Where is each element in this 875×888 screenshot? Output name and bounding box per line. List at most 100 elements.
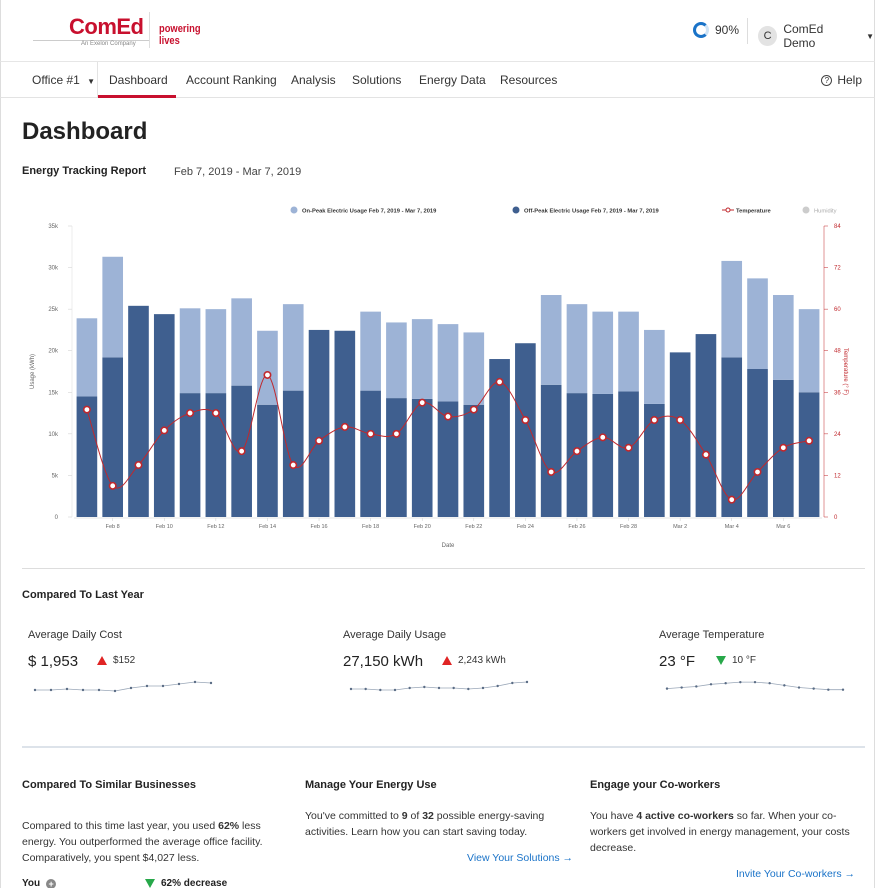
help-link[interactable]: ? Help [821,73,862,87]
sparkline-temperature [665,680,845,691]
arrow-down-icon [716,656,726,665]
logo-separator [149,12,150,48]
manage-energy-title: Manage Your Energy Use [305,779,437,791]
legend-label: On-Peak Electric Usage Feb 7, 2019 - Mar… [302,209,437,215]
on-peak-bar [618,311,639,392]
sparkline-point [783,684,786,687]
logo-brand: ComEd [69,14,144,39]
report-date-range[interactable]: Feb 7, 2019 - Mar 7, 2019 [174,166,301,178]
legend-label: Humidity [814,209,837,215]
temperature-point [289,461,298,470]
off-peak-bar [386,398,407,517]
tab-resources[interactable]: Resources [500,73,557,87]
sparkline-point [481,686,485,690]
tab-energy-data[interactable]: Energy Data [419,73,486,87]
temperature-point [366,429,375,438]
invite-coworkers-link[interactable]: Invite Your Co-workers → [736,868,855,880]
temperature-point [572,447,581,456]
on-peak-bar [205,309,227,394]
section-divider [22,746,865,748]
y-tick-label: 20k [48,349,59,355]
temperature-point [650,416,659,425]
on-peak-bar [721,260,743,358]
off-peak-bar [798,392,820,517]
avatar: C [758,26,778,46]
off-peak-bar [102,357,124,517]
metric-label-temperature: Average Temperature [659,629,765,641]
question-icon: ? [821,74,833,86]
x-tick-label: Feb 14 [259,524,276,530]
comed-logo[interactable]: ComEd An Exelon Company powering lives [33,12,223,48]
off-peak-bar [515,343,536,517]
temperature-point [134,461,143,470]
off-peak-bar [592,393,614,517]
temperature-point [779,443,788,452]
on-peak-bar [257,330,278,405]
on-peak-bar [76,318,98,397]
sparkline-point [97,688,101,692]
energy-usage-chart[interactable]: 0 5k 10k 15k 20k 25k 30k 35k 0 12 24 36 48 60 72 84 Usag… [22,196,852,556]
sparkline-usage [349,680,529,692]
metric-delta-cost: $152 [97,655,135,666]
tab-analysis[interactable]: Analysis [291,73,336,87]
compared-last-year-title: Compared To Last Year [22,589,144,601]
temperature-point [82,405,91,414]
off-peak-bar [463,404,485,517]
y2-tick-label: 24 [834,432,841,438]
temperature-point [340,422,349,431]
on-peak-bar [282,304,304,391]
temperature-point [263,370,272,379]
logo-subtitle: An Exelon Company [81,41,136,47]
on-peak-bar [566,304,588,394]
nav-divider [97,62,98,98]
coworkers-title: Engage your Co-workers [590,779,721,791]
progress-indicator[interactable]: 90% [693,22,739,38]
similar-text-bold: 62% [218,820,240,832]
manage-energy-text: You've committed to 9 of 32 possible ene… [305,808,570,840]
sparkline-point [680,686,683,689]
temperature-point [211,409,220,418]
y2-tick-label: 36 [834,390,841,396]
tab-dashboard[interactable]: Dashboard [109,73,168,87]
y-tick-label: 35k [48,224,59,230]
off-peak-bar [747,369,768,517]
x-tick-label: Feb 8 [106,524,120,530]
x-tick-label: Feb 26 [568,524,585,530]
user-name: ComEd Demo [783,22,824,50]
temperature-point [547,467,556,476]
tab-solutions[interactable]: Solutions [352,73,401,87]
x-tick-label: Feb 20 [414,524,431,530]
y2-tick-label: 12 [834,473,841,479]
help-label: Help [837,73,862,87]
sparkline-point [65,687,69,691]
off-peak-bar [257,404,278,517]
sparkline-point [724,682,727,685]
user-menu[interactable]: C ComEd Demo ▼ [758,22,874,50]
x-axis-label: Date [442,543,455,549]
tab-account-ranking[interactable]: Account Ranking [186,73,277,87]
legend-marker [802,206,810,214]
metric-value-cost: $ 1,953 [28,653,79,670]
temperature-point [108,481,117,490]
logo-tagline: powering lives [159,23,201,47]
x-tick-label: Feb 22 [465,524,482,530]
you-comparison[interactable]: You + [22,878,57,888]
section-divider [22,568,865,569]
sparkline-point [739,680,742,684]
x-tick-label: Feb 28 [620,524,637,530]
on-peak-bar [772,295,794,380]
progress-label: 90% [715,23,740,37]
off-peak-bar [282,390,304,517]
off-peak-bar [360,390,381,517]
metric-label-cost: Average Daily Cost [28,629,122,641]
off-peak-bar [540,384,562,517]
sparkline-point [452,686,455,690]
on-peak-bar [798,309,820,393]
off-peak-bar [695,334,717,517]
temperature-point [805,436,814,445]
legend-label: Off-Peak Electric Usage Feb 7, 2019 - Ma… [524,209,659,215]
view-solutions-link[interactable]: View Your Solutions → [467,852,573,864]
legend-marker [290,206,298,214]
office-selector[interactable]: Office #1 ▼ [32,73,95,87]
on-peak-bar [540,295,562,385]
